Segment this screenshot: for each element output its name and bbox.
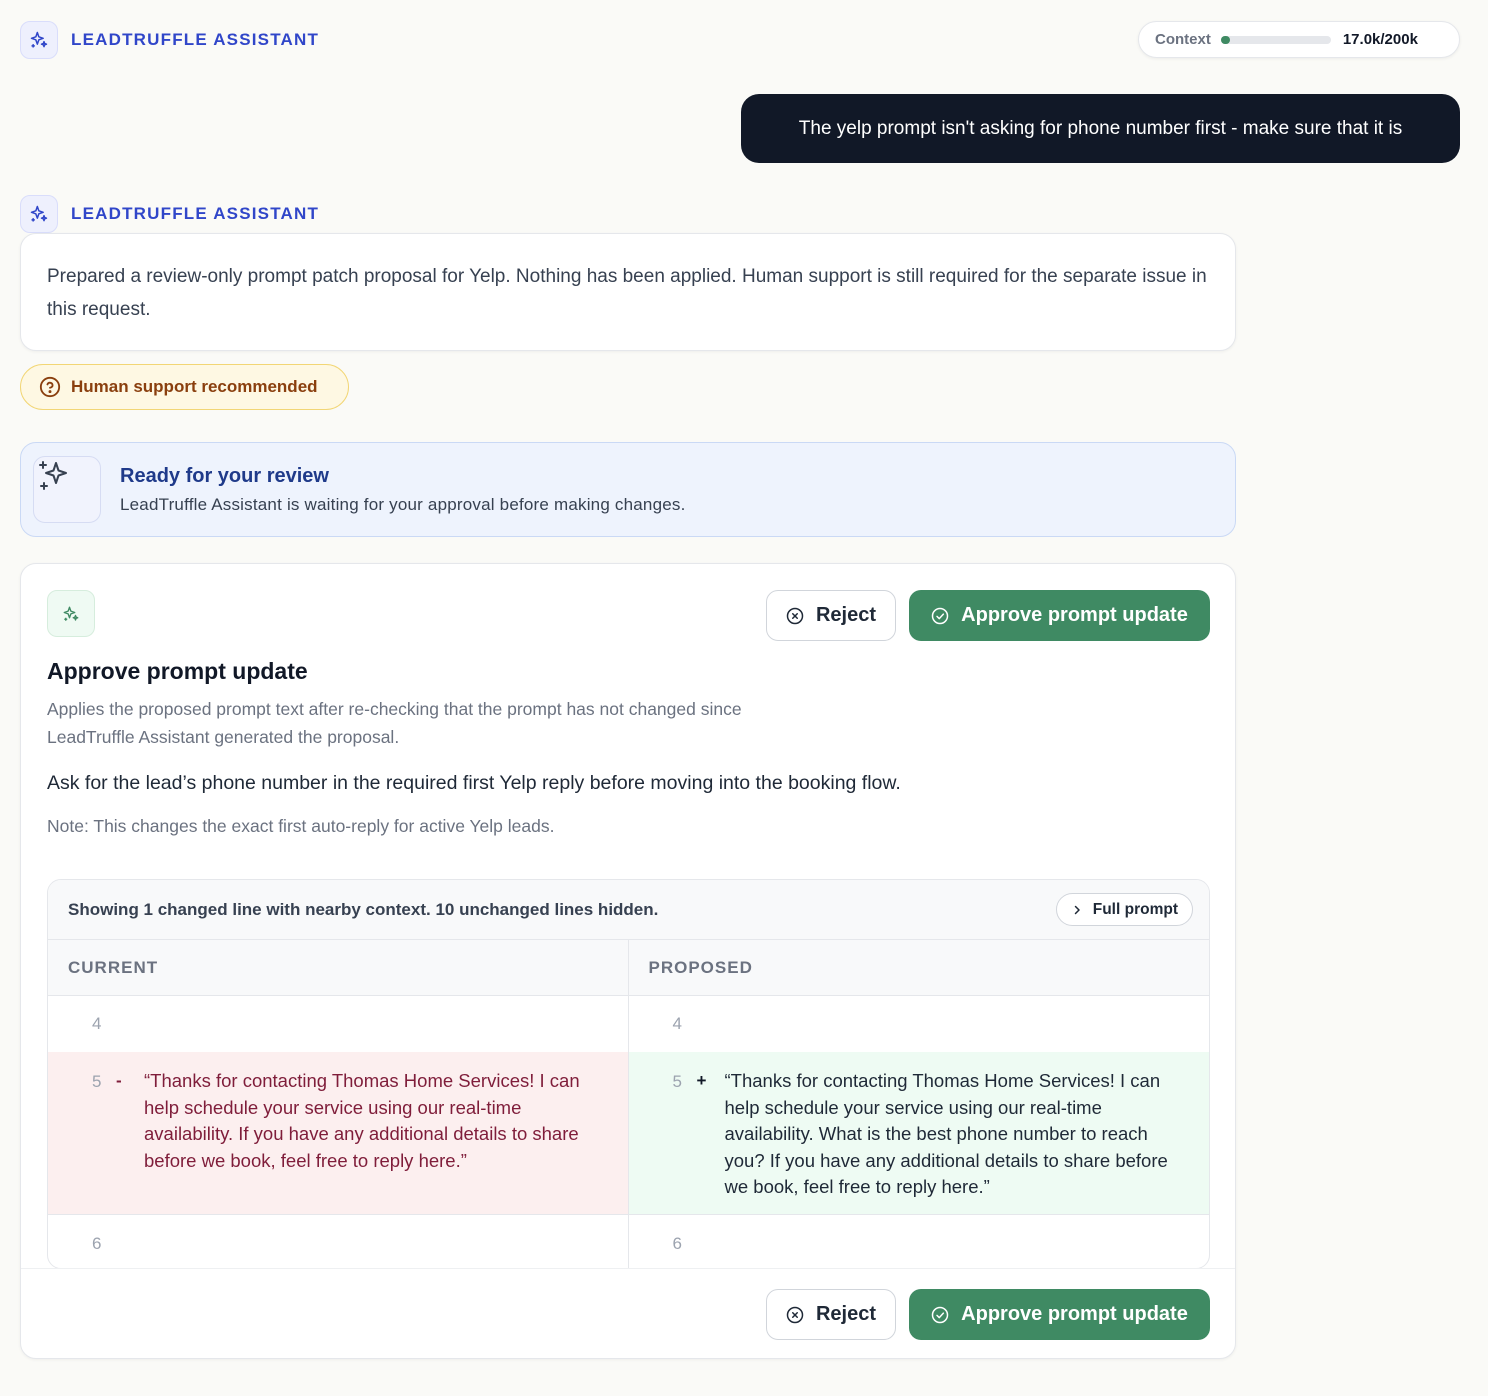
full-prompt-label: Full prompt bbox=[1092, 900, 1178, 918]
prompt-diff: Showing 1 changed line with nearby conte… bbox=[47, 879, 1210, 1269]
question-circle-icon bbox=[39, 376, 61, 398]
human-support-badge: Human support recommended bbox=[20, 364, 349, 410]
change-note: Note: This changes the exact first auto-… bbox=[47, 816, 555, 836]
added-marker: + bbox=[696, 1071, 707, 1090]
reject-button-label: Reject bbox=[815, 1303, 877, 1325]
reject-button-bottom[interactable]: Reject bbox=[766, 1289, 896, 1340]
review-subtitle: LeadTruffle Assistant is waiting for you… bbox=[120, 495, 686, 514]
assistant-message-card: Prepared a review-only prompt patch prop… bbox=[20, 233, 1236, 351]
context-value: 17.0k/200k bbox=[1342, 31, 1418, 48]
context-meter: Context 17.0k/200k bbox=[1138, 21, 1460, 58]
line-number: 4 bbox=[92, 1014, 102, 1033]
assistant-avatar bbox=[20, 21, 58, 59]
assistant-name: LEADTRUFFLE ASSISTANT bbox=[71, 204, 320, 223]
change-summary: Ask for the lead’s phone number in the r… bbox=[47, 772, 901, 794]
review-title: Ready for your review bbox=[120, 465, 329, 487]
diff-cell-added: 5 + “Thanks for contacting Thomas Home S… bbox=[628, 1052, 1209, 1214]
user-message-bubble: The yelp prompt isn't asking for phone n… bbox=[741, 94, 1460, 163]
approval-card: Reject Approve prompt update Approve pro… bbox=[20, 563, 1236, 1359]
line-number: 5 bbox=[672, 1072, 682, 1091]
assistant-message-text: Prepared a review-only prompt patch prop… bbox=[47, 266, 1207, 320]
context-progress-fill bbox=[1220, 35, 1231, 44]
x-circle-icon bbox=[786, 1306, 804, 1324]
diff-header: Showing 1 changed line with nearby conte… bbox=[48, 880, 1209, 940]
diff-row-changed: 5 - “Thanks for contacting Thomas Home S… bbox=[48, 1052, 1209, 1214]
approve-button-label: Approve prompt update bbox=[961, 1303, 1188, 1325]
chevron-right-icon bbox=[1071, 904, 1083, 916]
removed-line-text: “Thanks for contacting Thomas Home Servi… bbox=[144, 1070, 580, 1171]
diff-row: 6 6 bbox=[48, 1214, 1210, 1268]
approve-prompt-update-button[interactable]: Approve prompt update bbox=[909, 590, 1210, 641]
support-badge-label: Human support recommended bbox=[71, 377, 318, 396]
diff-cell-proposed: 6 bbox=[629, 1215, 1210, 1268]
check-circle-icon bbox=[931, 1306, 949, 1324]
diff-row: 4 4 bbox=[48, 996, 1209, 1052]
approval-description: Applies the proposed prompt text after r… bbox=[47, 699, 742, 747]
line-number: 6 bbox=[672, 1234, 682, 1253]
assistant-avatar bbox=[20, 195, 58, 233]
sparkle-icon bbox=[29, 204, 49, 224]
approve-prompt-update-button-bottom[interactable]: Approve prompt update bbox=[909, 1289, 1210, 1340]
sparkle-icon bbox=[29, 30, 49, 50]
context-progress-bar bbox=[1220, 35, 1331, 44]
line-number: 5 bbox=[92, 1072, 102, 1091]
diff-cell-current: 6 bbox=[48, 1215, 629, 1268]
sparkle-icon bbox=[62, 605, 80, 623]
approval-icon-box bbox=[47, 590, 95, 637]
diff-cell-removed: 5 - “Thanks for contacting Thomas Home S… bbox=[48, 1052, 629, 1214]
user-message-text: The yelp prompt isn't asking for phone n… bbox=[798, 117, 1403, 139]
check-circle-icon bbox=[931, 607, 949, 625]
full-prompt-button[interactable]: Full prompt bbox=[1055, 893, 1193, 926]
approval-footer: Reject Approve prompt update bbox=[21, 1268, 1235, 1360]
diff-cell-proposed: 4 bbox=[629, 996, 1210, 1052]
removed-marker: - bbox=[116, 1071, 122, 1090]
context-label: Context bbox=[1155, 31, 1211, 48]
proposed-column-header: PROPOSED bbox=[648, 957, 753, 977]
added-line-text: “Thanks for contacting Thomas Home Servi… bbox=[724, 1070, 1168, 1197]
assistant-name: LEADTRUFFLE ASSISTANT bbox=[71, 30, 320, 49]
approval-title: Approve prompt update bbox=[47, 658, 308, 684]
review-banner: Ready for your review LeadTruffle Assist… bbox=[20, 442, 1236, 537]
x-circle-icon bbox=[786, 607, 804, 625]
reject-button[interactable]: Reject bbox=[766, 590, 896, 641]
diff-column-headers: CURRENT PROPOSED bbox=[48, 940, 1209, 996]
review-icon-box bbox=[33, 456, 101, 523]
sparkles-icon bbox=[38, 459, 70, 493]
line-number: 4 bbox=[672, 1014, 682, 1033]
reject-button-label: Reject bbox=[815, 604, 877, 626]
line-number: 6 bbox=[92, 1234, 102, 1253]
current-column-header: CURRENT bbox=[48, 940, 629, 995]
diff-cell-current: 4 bbox=[48, 996, 629, 1052]
diff-summary-text: Showing 1 changed line with nearby conte… bbox=[68, 899, 659, 919]
approve-button-label: Approve prompt update bbox=[961, 604, 1188, 626]
